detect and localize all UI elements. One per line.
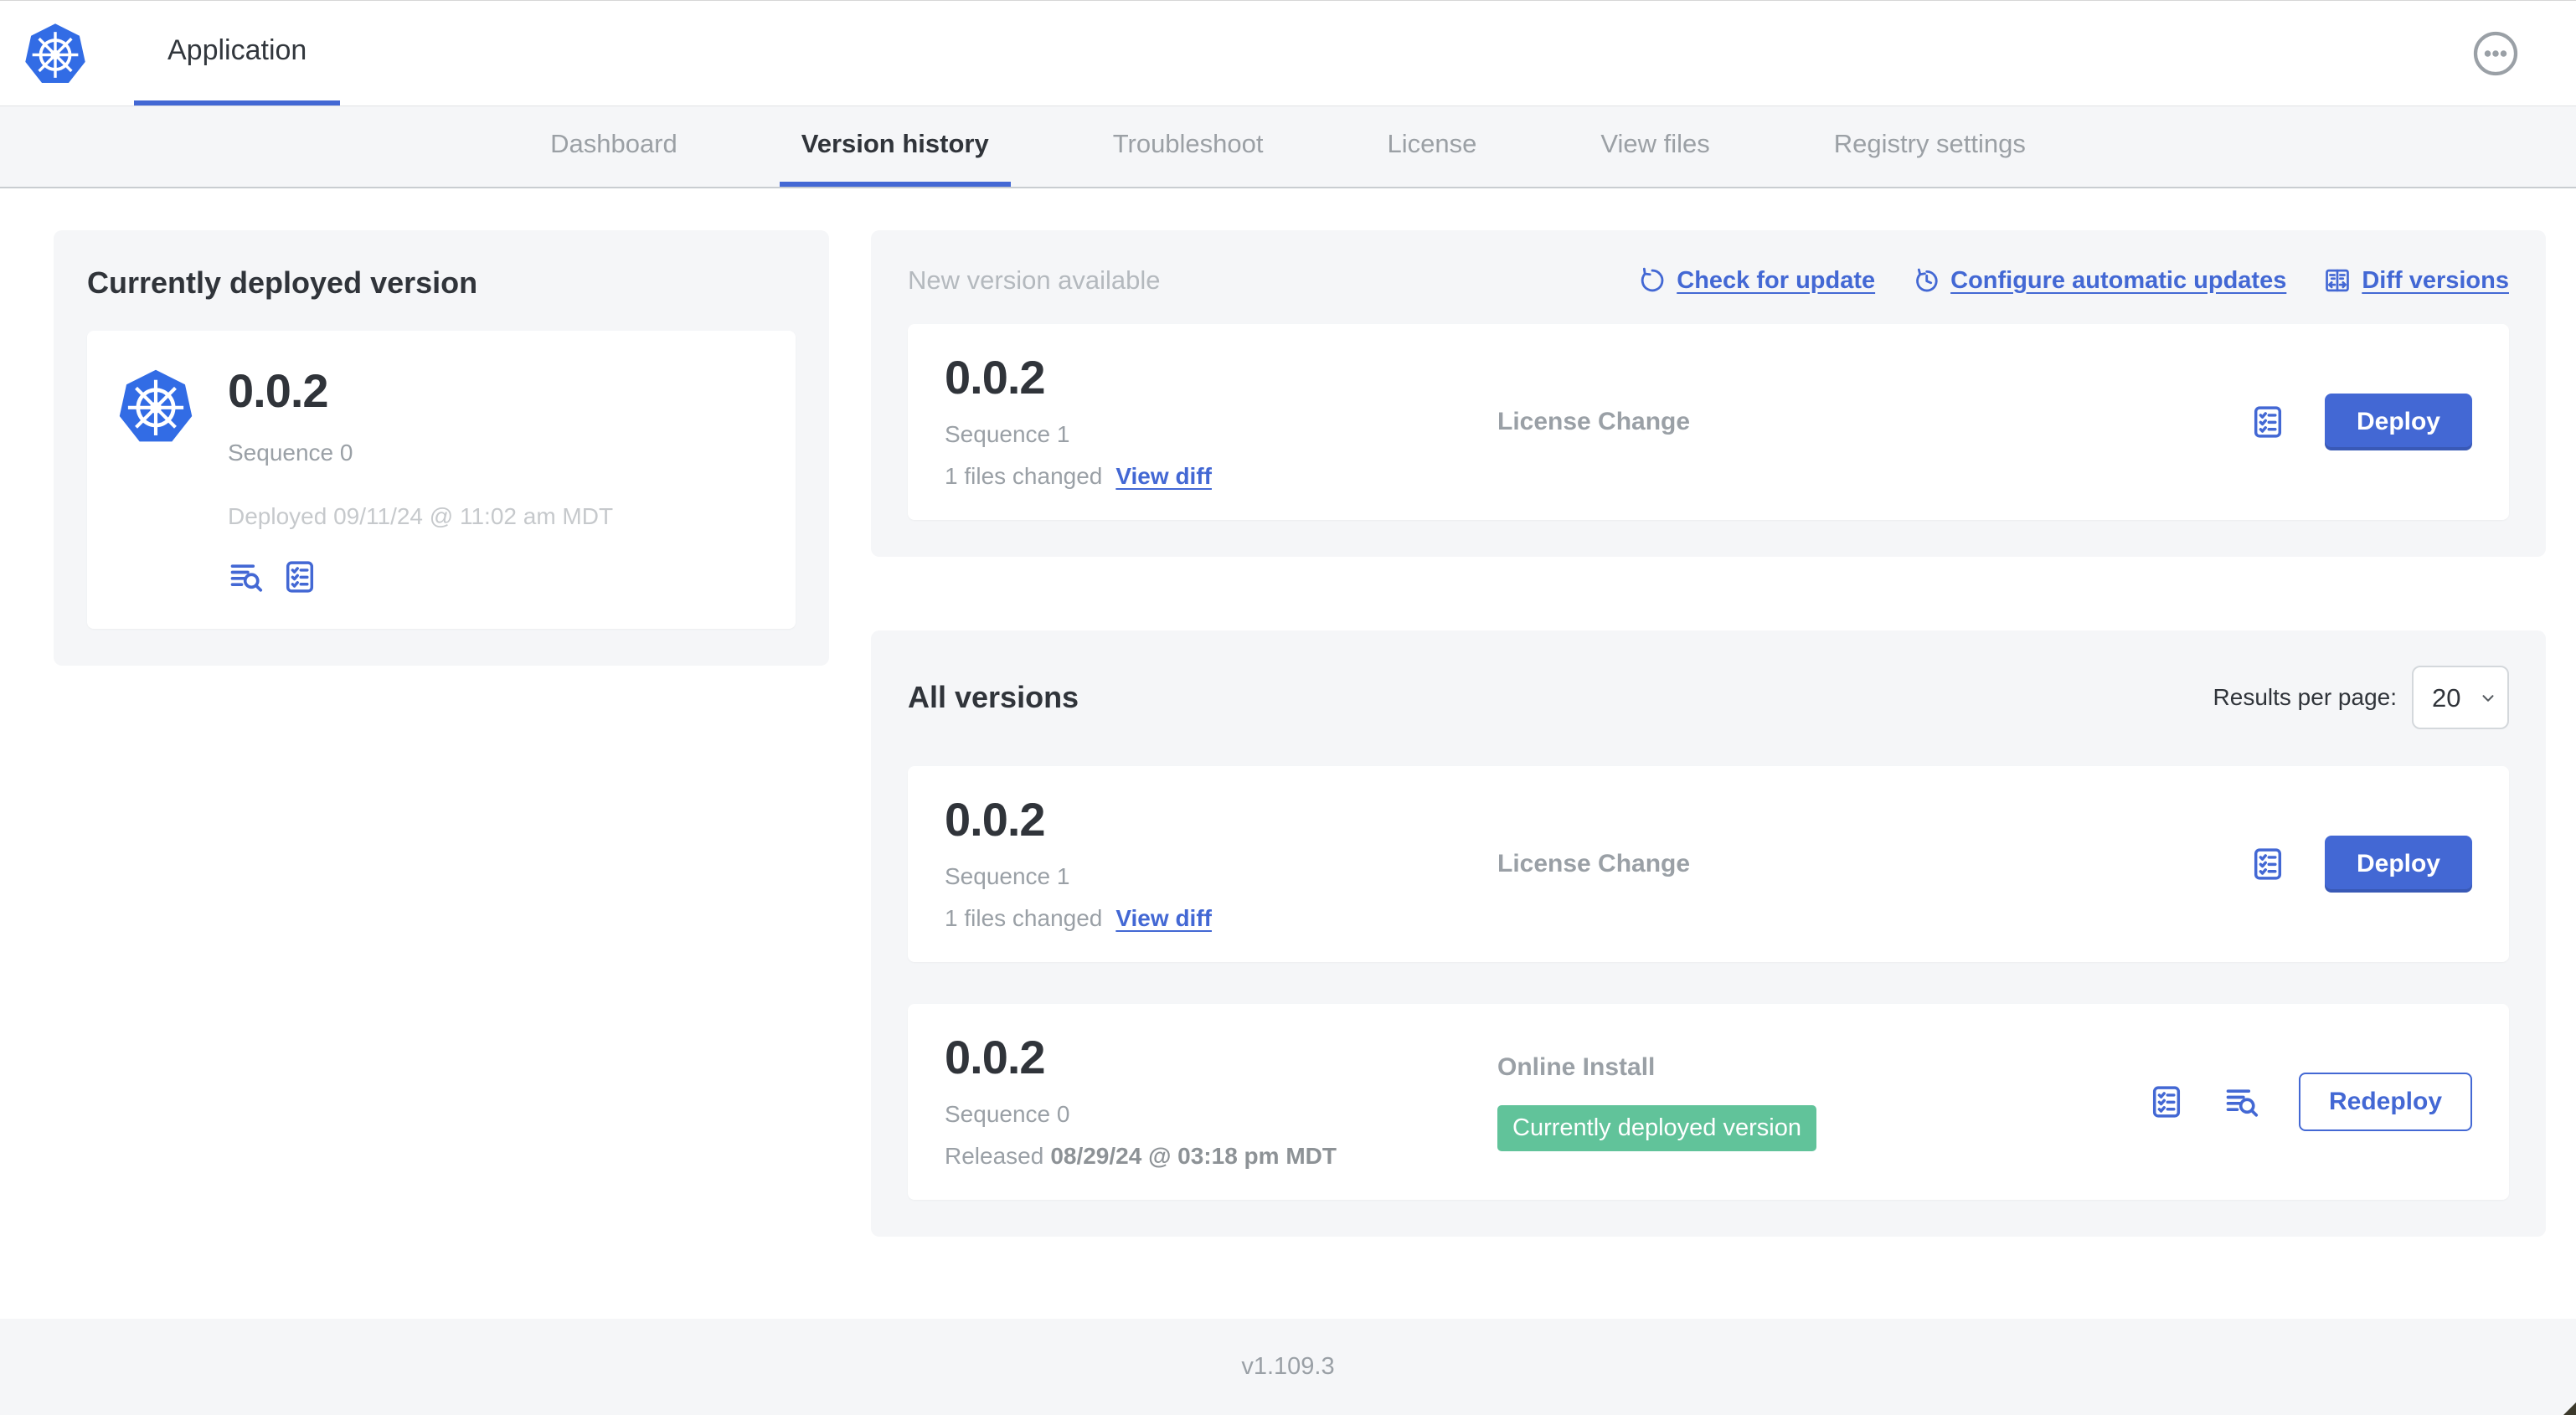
version-source-label: License Change (1497, 408, 1691, 435)
app-subnav: Dashboard Version history Troubleshoot L… (0, 106, 2576, 188)
diff-versions-link[interactable]: Diff versions (2323, 266, 2509, 295)
released-timestamp: Released 08/29/24 @ 03:18 pm MDT (945, 1143, 1337, 1169)
version-row: 0.0.2 Sequence 1 1 files changed View di… (908, 766, 2509, 962)
deploy-button[interactable]: Deploy (2324, 394, 2472, 450)
view-logs-button[interactable] (2223, 1083, 2260, 1120)
version-source-label: License Change (1497, 850, 1691, 877)
tab-troubleshoot[interactable]: Troubleshoot (1091, 106, 1285, 187)
kubernetes-logo-icon (23, 22, 87, 85)
view-diff-link[interactable]: View diff (1115, 905, 1212, 932)
version-number: 0.0.2 (945, 351, 1046, 404)
check-for-update-link[interactable]: Check for update (1638, 266, 1875, 295)
refresh-icon (1641, 267, 1664, 292)
console-version-label: v1.109.3 (1241, 1353, 1335, 1380)
tab-registry-settings[interactable]: Registry settings (1812, 106, 2048, 187)
main-content: Currently deployed version 0.0.2 Sequenc… (0, 188, 2576, 1319)
version-sequence: Sequence 1 (945, 863, 1070, 889)
currently-deployed-title: Currently deployed version (87, 265, 478, 300)
deploy-button[interactable]: Deploy (2324, 836, 2472, 893)
checklist-icon (2152, 1086, 2181, 1118)
app-header: Application (0, 0, 2576, 106)
checklist-icon (2254, 406, 2282, 438)
results-per-page-label: Results per page: (2213, 684, 2397, 710)
new-version-panel: New version available Check for update C… (871, 230, 2546, 557)
version-sequence: Sequence 1 (945, 421, 1070, 447)
checklist-icon (2254, 848, 2282, 880)
version-number: 0.0.2 (945, 793, 1046, 846)
diff-icon (2326, 269, 2350, 292)
app-tab-application[interactable]: Application (134, 1, 341, 105)
preflight-checks-button[interactable] (2148, 1083, 2185, 1120)
page-footer: v1.109.3 (0, 1319, 2576, 1415)
view-logs-button[interactable] (228, 558, 265, 595)
all-versions-title: All versions (908, 680, 1079, 714)
new-version-title: New version available (908, 265, 1161, 295)
currently-deployed-card: 0.0.2 Sequence 0 Deployed 09/11/24 @ 11:… (87, 331, 796, 629)
files-changed-label: 1 files changed (945, 905, 1103, 931)
configure-automatic-updates-link[interactable]: Configure automatic updates (1912, 266, 2286, 295)
all-versions-panel: All versions Results per page: 20 0.0.2 … (871, 630, 2546, 1237)
logs-magnifier-icon (2226, 1089, 2259, 1117)
version-number: 0.0.2 (945, 1031, 1046, 1083)
mouse-cursor-artifact (2563, 1402, 2576, 1415)
version-row: 0.0.2 Sequence 0 Released 08/29/24 @ 03:1… (908, 1004, 2509, 1200)
tab-license[interactable]: License (1366, 106, 1499, 187)
tab-dashboard[interactable]: Dashboard (528, 106, 699, 187)
redeploy-button[interactable]: Redeploy (2298, 1073, 2472, 1131)
files-changed-label: 1 files changed (945, 463, 1103, 489)
more-menu-button[interactable] (2470, 28, 2521, 79)
deployed-sequence: Sequence 0 (228, 440, 353, 466)
version-source-label: Online Install (1497, 1052, 1656, 1081)
version-sequence: Sequence 0 (945, 1101, 1070, 1127)
currently-deployed-badge: Currently deployed version (1497, 1104, 1816, 1151)
deployed-version-number: 0.0.2 (228, 364, 329, 417)
header-spacer (340, 1, 2470, 105)
deployed-timestamp: Deployed 09/11/24 @ 11:02 am MDT (228, 503, 614, 529)
tab-version-history[interactable]: Version history (779, 106, 1011, 187)
preflight-checks-button[interactable] (2249, 846, 2286, 882)
view-diff-link[interactable]: View diff (1115, 463, 1212, 490)
checklist-icon (286, 561, 314, 593)
app-tab-label: Application (167, 34, 307, 66)
ellipsis-icon (2473, 31, 2518, 75)
results-per-page-select[interactable]: 20 (2412, 666, 2509, 729)
logs-magnifier-icon (230, 564, 263, 592)
currently-deployed-panel: Currently deployed version 0.0.2 Sequenc… (54, 230, 829, 666)
preflight-checks-button[interactable] (2249, 404, 2286, 440)
view-config-button[interactable] (281, 558, 318, 595)
new-version-card: 0.0.2 Sequence 1 1 files changed View di… (908, 324, 2509, 520)
kubernetes-app-icon (117, 368, 194, 445)
clock-refresh-icon (1916, 268, 1938, 292)
tab-view-files[interactable]: View files (1579, 106, 1731, 187)
